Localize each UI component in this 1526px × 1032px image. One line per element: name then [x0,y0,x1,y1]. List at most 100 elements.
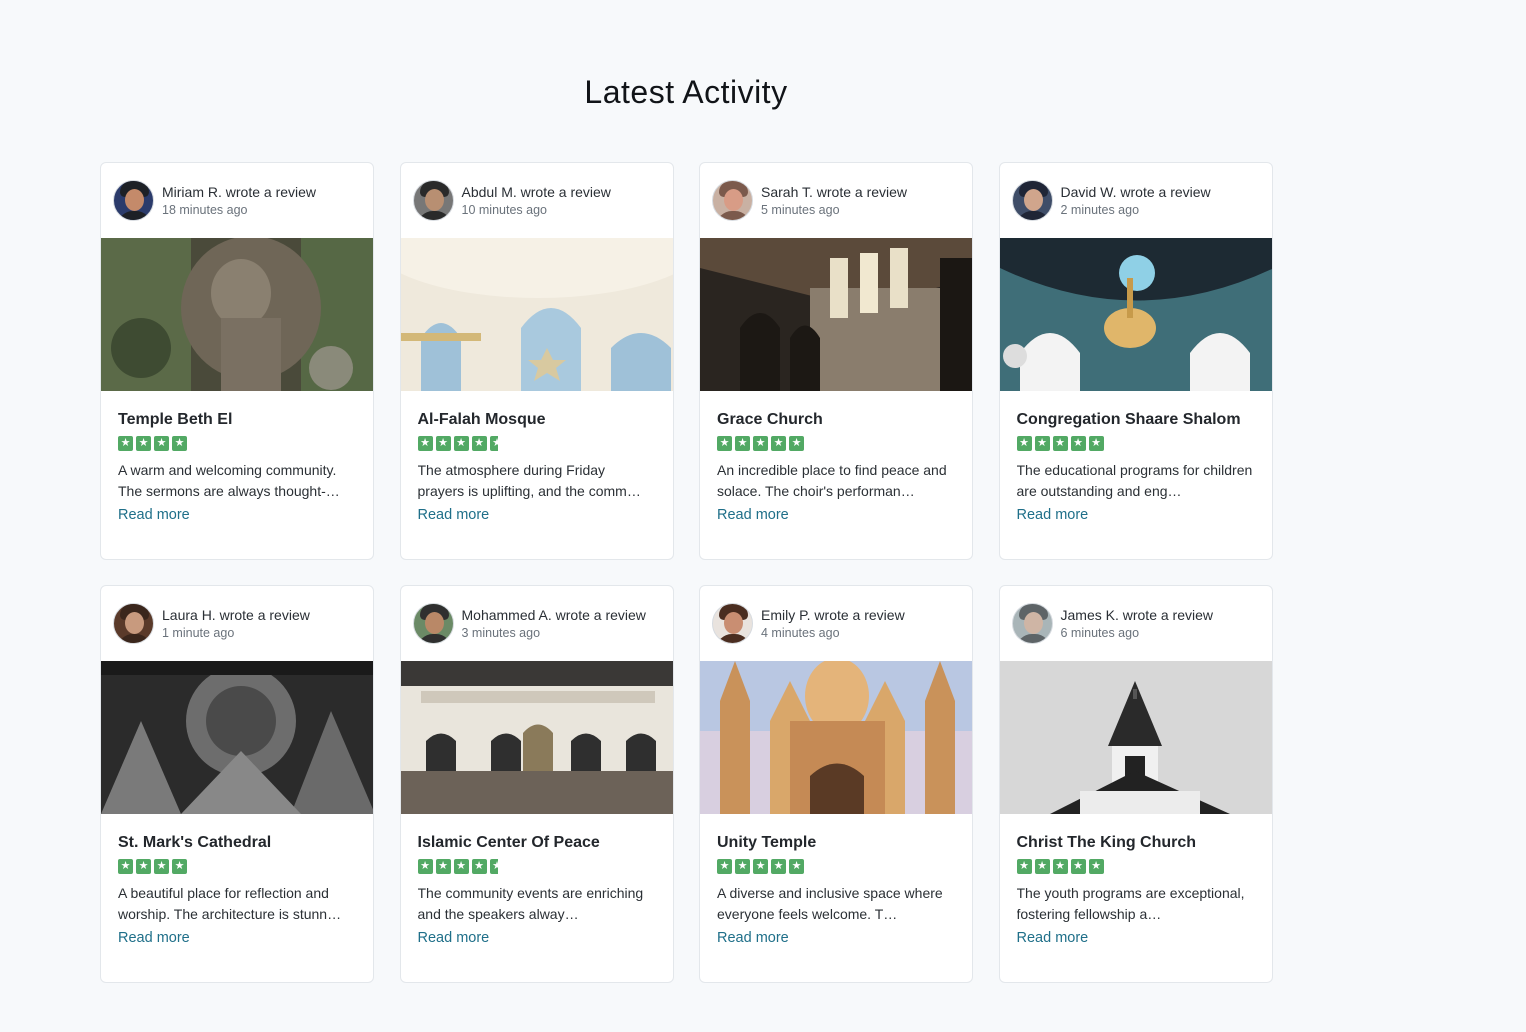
review-text: A beautiful place for reflection and wor… [118,885,342,922]
card-header: Laura H. wrote a review 1 minute ago [101,586,373,661]
place-photo[interactable] [400,238,673,391]
review-text: The atmosphere during Friday prayers is … [417,462,641,499]
star-icon: ★ [136,859,151,874]
star-icon: ★ [435,859,451,874]
review-time: 3 minutes ago [461,625,541,640]
star-icon: ★ [735,436,750,451]
review-time: 2 minutes ago [1060,202,1140,217]
avatar[interactable] [712,180,753,221]
review-time: 10 minutes ago [461,202,547,217]
star-icon: ★ [453,859,469,874]
read-more-link[interactable]: Read more [118,930,190,946]
avatar[interactable] [712,603,753,644]
half-star-icon: ★ [489,859,505,874]
card-header: Mohammed A. wrote a review 3 minutes ago [401,586,673,661]
star-icon: ★ [1034,859,1050,874]
star-rating: ★ ★ ★ ★ ★ [717,436,955,451]
read-more-link[interactable]: Read more [717,507,789,523]
card-header: Sarah T. wrote a review 5 minutes ago [700,163,972,238]
section-title: Latest Activity [584,74,788,110]
star-rating: ★ ★ ★ ★ [118,859,356,874]
review-text: The youth programs are exceptional, fost… [1016,885,1245,922]
half-star-icon: ★ [489,436,505,451]
star-icon: ★ [118,436,133,451]
place-photo[interactable] [700,661,972,814]
review-text: An incredible place to find peace and so… [717,462,947,499]
review-time: 18 minutes ago [162,202,248,217]
review-card: Sarah T. wrote a review 5 minutes ago Gr… [699,162,973,560]
star-icon: ★ [172,859,187,874]
star-icon: ★ [1052,859,1068,874]
star-rating: ★ ★ ★ ★ ★ [417,436,656,451]
read-more-link[interactable]: Read more [1017,930,1089,946]
star-rating: ★ ★ ★ ★ ★ [1016,436,1255,451]
avatar[interactable] [1011,603,1053,644]
avatar[interactable] [113,603,154,644]
avatar[interactable] [412,180,454,221]
star-icon: ★ [771,436,786,451]
place-photo[interactable] [400,661,673,814]
star-icon: ★ [789,436,804,451]
place-name[interactable]: St. Mark's Cathedral [118,832,356,854]
place-name[interactable]: Islamic Center Of Peace [418,832,656,854]
review-text: A diverse and inclusive space where ever… [717,885,943,922]
review-card: Emily P. wrote a review 4 minutes ago Un… [699,585,973,983]
star-icon: ★ [1052,436,1068,451]
star-rating: ★ ★ ★ ★ ★ [1016,859,1255,874]
place-name[interactable]: Al-Falah Mosque [418,409,656,431]
place-name[interactable]: Grace Church [717,409,955,431]
star-icon: ★ [136,436,151,451]
star-icon: ★ [172,436,187,451]
place-photo[interactable] [999,238,1272,391]
read-more-link[interactable]: Read more [717,930,789,946]
star-icon: ★ [1034,436,1050,451]
read-more-link[interactable]: Read more [418,507,490,523]
star-icon: ★ [1016,859,1032,874]
avatar[interactable] [113,180,154,221]
reviewer-line: Laura H. wrote a review [162,606,310,623]
review-card: James K. wrote a review 6 minutes ago Ch… [998,585,1273,983]
star-rating: ★ ★ ★ ★ ★ [417,859,656,874]
review-card: Miriam R. wrote a review 18 minutes ago … [100,162,374,560]
review-time: 4 minutes ago [761,625,840,640]
review-card: Mohammed A. wrote a review 3 minutes ago… [399,585,674,983]
place-photo[interactable] [101,238,373,391]
star-icon: ★ [471,436,487,451]
star-icon: ★ [1088,859,1104,874]
place-name[interactable]: Christ The King Church [1017,832,1255,854]
star-icon: ★ [717,859,732,874]
star-icon: ★ [435,436,451,451]
card-header: David W. wrote a review 2 minutes ago [1000,163,1272,238]
place-name[interactable]: Unity Temple [717,832,955,854]
review-time: 5 minutes ago [761,202,840,217]
star-icon: ★ [154,859,169,874]
avatar[interactable] [1011,180,1053,221]
avatar[interactable] [412,603,454,644]
read-more-link[interactable]: Read more [418,930,490,946]
card-header: James K. wrote a review 6 minutes ago [1000,586,1272,661]
reviewer-line: Mohammed A. wrote a review [461,606,646,623]
place-photo[interactable] [101,661,373,814]
star-icon: ★ [1070,436,1086,451]
star-icon: ★ [471,859,487,874]
place-photo[interactable] [700,238,972,391]
read-more-link[interactable]: Read more [118,507,190,523]
card-header: Abdul M. wrote a review 10 minutes ago [401,163,673,238]
place-name[interactable]: Temple Beth El [118,409,356,431]
reviewer-line: James K. wrote a review [1060,606,1214,623]
read-more-link[interactable]: Read more [1017,507,1089,523]
reviewer-line: Sarah T. wrote a review [761,183,908,200]
card-header: Miriam R. wrote a review 18 minutes ago [101,163,373,238]
star-icon: ★ [1070,859,1086,874]
reviewer-line: Miriam R. wrote a review [162,183,317,200]
latest-activity-page: Latest Activity Miriam R. wrote a review… [0,0,1526,1032]
star-icon: ★ [735,859,750,874]
reviewer-line: Emily P. wrote a review [761,606,905,623]
star-icon: ★ [118,859,133,874]
place-photo[interactable] [999,661,1272,814]
review-time: 1 minute ago [162,625,235,640]
review-card: David W. wrote a review 2 minutes ago Co… [998,162,1273,560]
reviewer-line: David W. wrote a review [1060,183,1211,200]
star-rating: ★ ★ ★ ★ ★ [717,859,955,874]
place-name[interactable]: Congregation Shaare Shalom [1017,409,1255,431]
